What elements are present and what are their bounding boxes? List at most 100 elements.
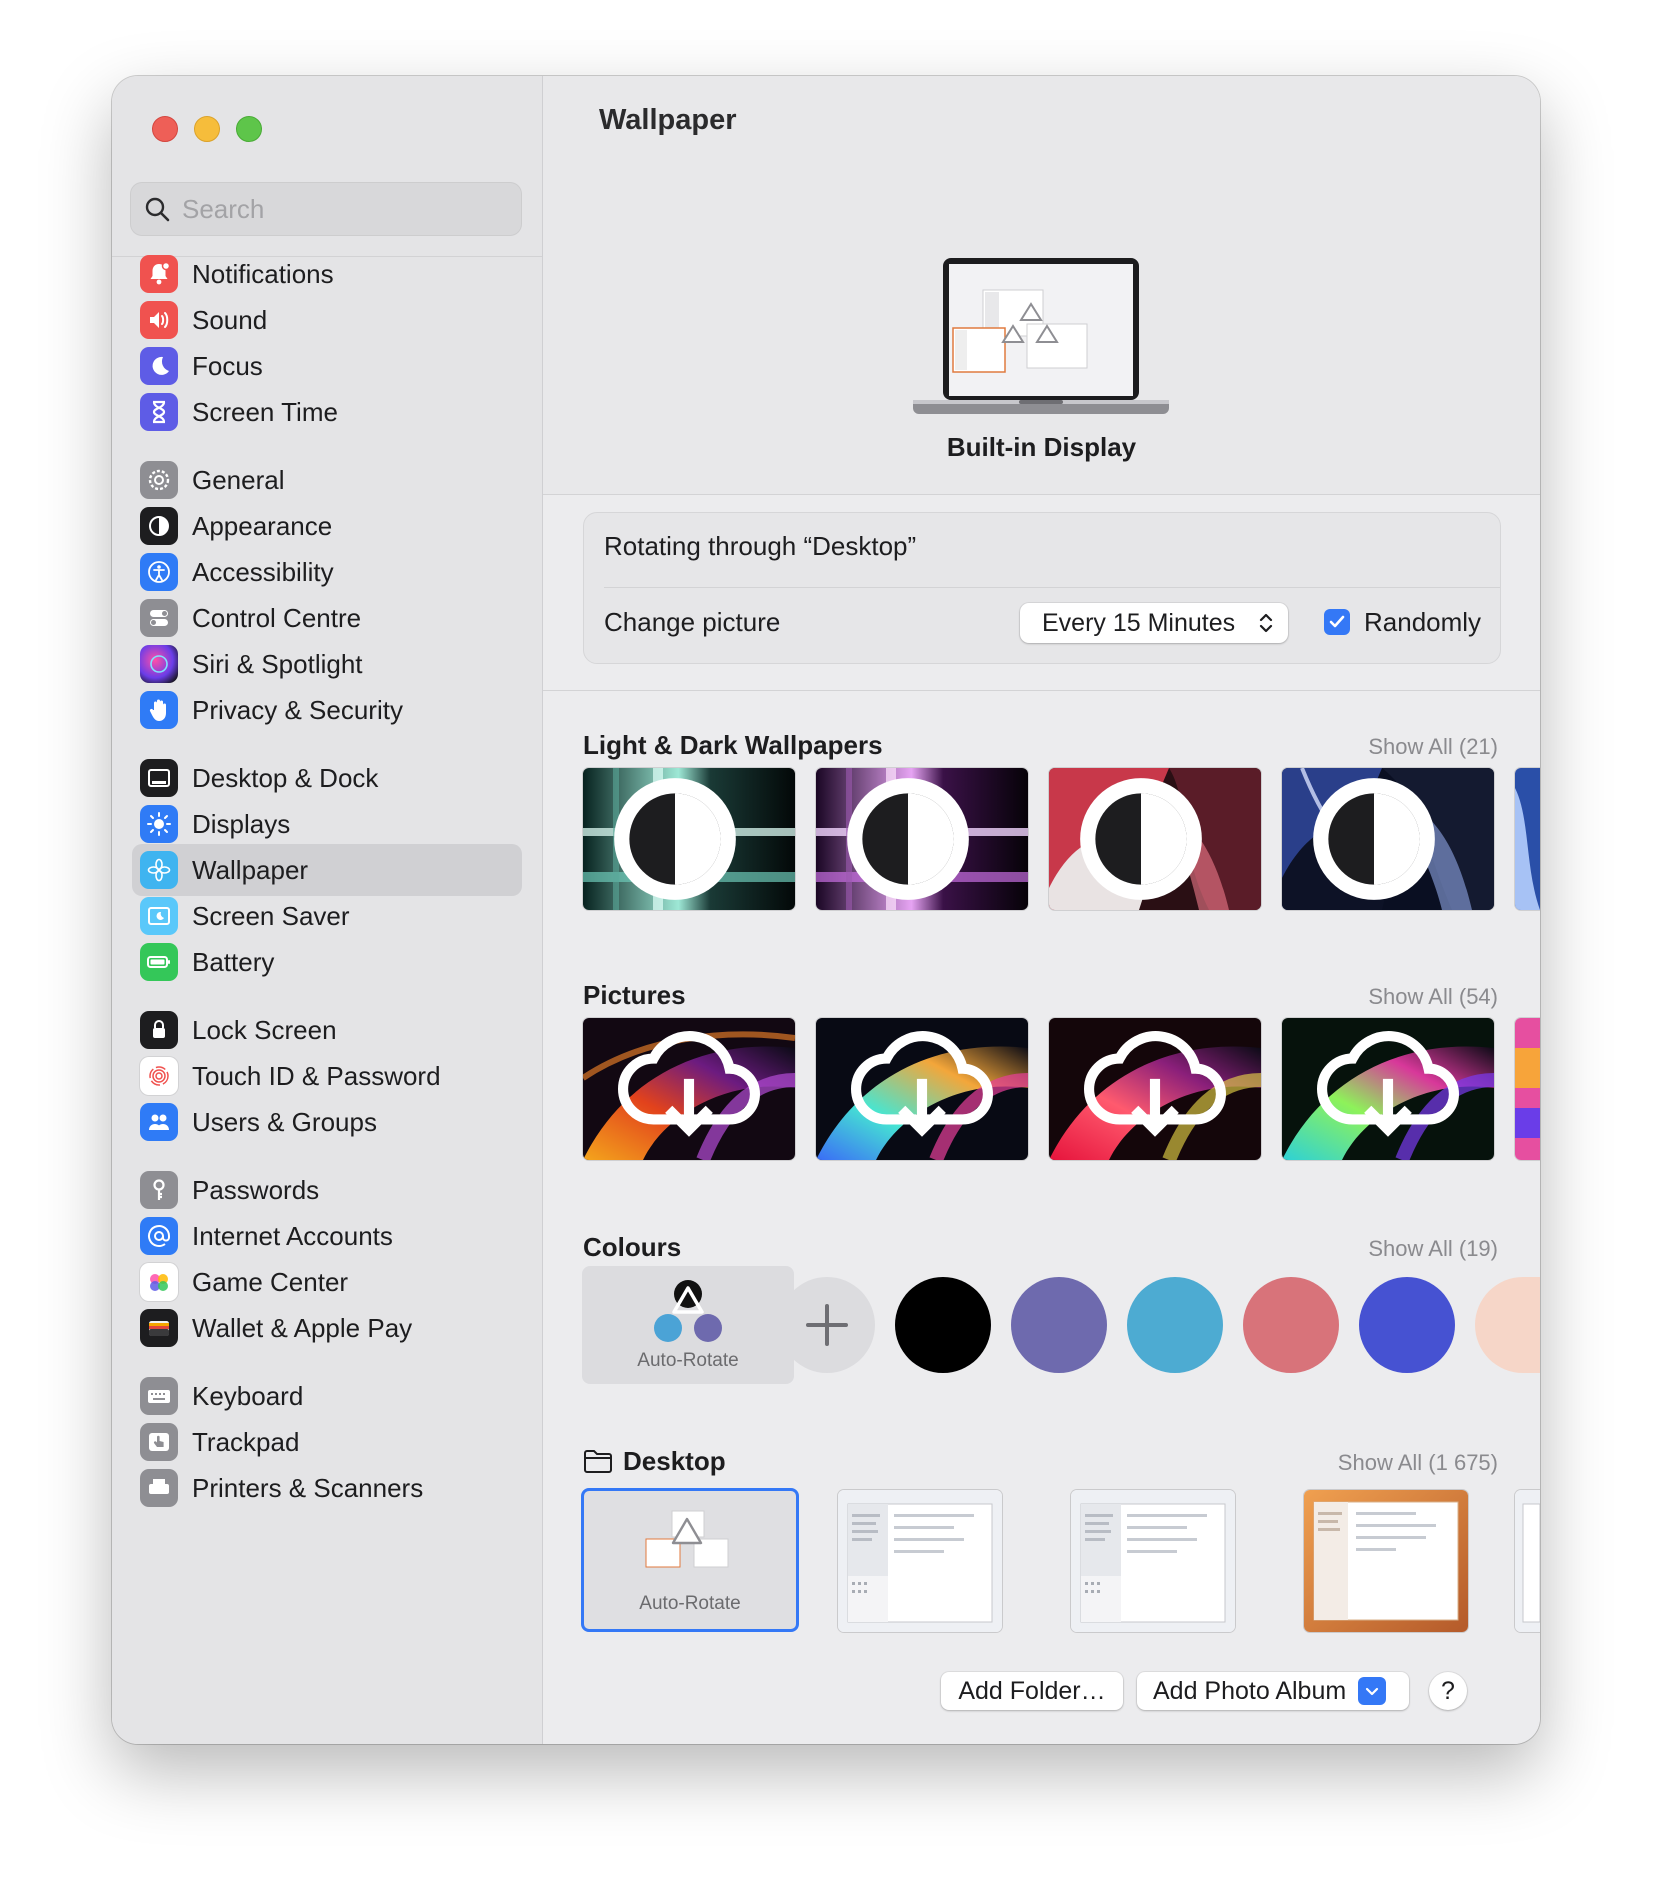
colour-auto-rotate[interactable]: Auto-Rotate [582,1266,794,1384]
wallpaper-thumb[interactable] [1282,768,1494,910]
sidebar-item-screen-time[interactable]: Screen Time [132,386,522,438]
hourglass-icon [140,393,178,431]
sidebar-item-label: Notifications [192,258,334,289]
zoom-button[interactable] [236,116,262,142]
sidebar-item-label: Screen Saver [192,900,350,931]
wallet-icon [140,1309,178,1347]
users-icon [140,1103,178,1141]
colour-swatch-rose[interactable] [1243,1277,1339,1373]
moon-icon [140,347,178,385]
colour-swatch-purple[interactable] [1011,1277,1107,1373]
sidebar-item-label: Appearance [192,510,333,541]
sidebar-item-passwords[interactable]: Passwords [132,1164,522,1216]
picture-thumb[interactable] [1515,1018,1540,1160]
sidebar-item-touch-id[interactable]: Touch ID & Password [132,1050,522,1102]
folder-icon [584,1450,612,1473]
sidebar-item-label: Wallpaper [192,854,309,885]
sidebar-item-control-centre[interactable]: Control Centre [132,592,522,644]
sidebar-item-users-groups[interactable]: Users & Groups [132,1096,522,1148]
add-colour-button[interactable] [779,1277,875,1373]
sidebar-item-desktop-dock[interactable]: Desktop & Dock [132,752,522,804]
light-dark-icon [1313,778,1435,900]
colour-swatch-teal[interactable] [1127,1277,1223,1373]
help-button[interactable]: ? [1429,1672,1467,1710]
sidebar-item-trackpad[interactable]: Trackpad [132,1416,522,1468]
sidebar-item-general[interactable]: General [132,454,522,506]
sidebar-item-label: Trackpad [192,1426,300,1457]
randomly-label: Randomly [1364,607,1482,637]
sidebar-item-notifications[interactable]: Notifications [132,248,522,300]
sidebar-item-label: Siri & Spotlight [192,648,363,679]
light-dark-show-all[interactable]: Show All (21) [1368,734,1498,760]
speaker-icon [140,301,178,339]
change-picture-value: Every 15 Minutes [1042,608,1236,637]
desktop-screenshot-thumb[interactable] [1304,1490,1468,1632]
sidebar-item-siri[interactable]: Siri & Spotlight [132,638,522,690]
desktop-show-all[interactable]: Show All (1 675) [1338,1450,1498,1476]
chevron-down-icon [1358,1677,1387,1705]
at-icon [140,1217,178,1255]
printer-icon [140,1469,178,1507]
sidebar-item-battery[interactable]: Battery [132,936,522,988]
auto-rotate-icon [654,1280,722,1342]
pictures-show-all[interactable]: Show All (54) [1368,984,1498,1010]
wallpaper-thumb[interactable] [1049,768,1261,910]
sidebar-item-accessibility[interactable]: Accessibility [132,546,522,598]
desktop-screenshot-thumb[interactable] [1515,1490,1540,1632]
picture-thumb[interactable] [1282,1018,1494,1160]
wallpaper-thumb[interactable] [1515,768,1540,910]
randomly-checkbox[interactable] [1324,609,1350,635]
sidebar-item-label: Wallet & Apple Pay [192,1312,413,1343]
page-title: Wallpaper [599,104,737,136]
wallpaper-thumb[interactable] [816,768,1028,910]
picture-thumb[interactable] [583,1018,795,1160]
sidebar-item-label: Control Centre [192,602,362,633]
sidebar-item-internet-accounts[interactable]: Internet Accounts [132,1210,522,1262]
sidebar-item-wallet[interactable]: Wallet & Apple Pay [132,1302,522,1354]
close-button[interactable] [152,116,178,142]
sidebar-item-focus[interactable]: Focus [132,340,522,392]
section-divider [543,690,1540,691]
colour-swatch-peach[interactable] [1475,1277,1540,1373]
main-pane: Wallpaper Built-in Display Rotating thro… [543,76,1540,1744]
sidebar-item-appearance[interactable]: Appearance [132,500,522,552]
desktop-screenshot-thumb[interactable] [838,1490,1002,1632]
colour-swatch-blue[interactable] [1359,1277,1455,1373]
laptop-icon [913,258,1169,414]
sidebar-item-game-center[interactable]: Game Center [132,1256,522,1308]
add-photo-album-button[interactable]: Add Photo Album [1137,1672,1409,1710]
colour-swatch-black[interactable] [895,1277,991,1373]
search-icon [145,197,170,222]
desktop-title: Desktop [623,1446,726,1476]
minimize-button[interactable] [194,116,220,142]
hand-icon [140,691,178,729]
sidebar-item-screen-saver[interactable]: Screen Saver [132,890,522,942]
sidebar-item-label: Game Center [192,1266,349,1297]
desktop-screenshot-thumb[interactable] [1071,1490,1235,1632]
picture-thumb[interactable] [816,1018,1028,1160]
sidebar-item-sound[interactable]: Sound [132,294,522,346]
colours-show-all[interactable]: Show All (19) [1368,1236,1498,1262]
search-field[interactable] [130,182,522,236]
accessibility-icon [140,553,178,591]
gear-icon [140,461,178,499]
change-picture-select[interactable]: Every 15 Minutes [1020,603,1288,643]
sidebar-item-keyboard[interactable]: Keyboard [132,1370,522,1422]
sidebar-item-displays[interactable]: Displays [132,798,522,850]
desktop-auto-rotate[interactable]: Auto-Rotate [581,1488,799,1632]
rotating-status: Rotating through “Desktop” [604,531,917,561]
sidebar-item-label: Keyboard [192,1380,304,1411]
sidebar-item-wallpaper[interactable]: Wallpaper [132,844,522,896]
picture-thumb[interactable] [1049,1018,1261,1160]
sidebar-item-privacy-security[interactable]: Privacy & Security [132,684,522,736]
add-folder-button[interactable]: Add Folder… [941,1672,1123,1710]
sidebar-item-lock-screen[interactable]: Lock Screen [132,1004,522,1056]
light-dark-title: Light & Dark Wallpapers [583,730,883,760]
toggles-icon [140,599,178,637]
appearance-icon [140,507,178,545]
wallpaper-thumb[interactable] [583,768,795,910]
sidebar-item-label: Users & Groups [192,1106,377,1137]
sidebar-item-label: Battery [192,946,275,977]
sidebar-item-printers[interactable]: Printers & Scanners [132,1462,522,1514]
search-input[interactable] [180,192,504,226]
